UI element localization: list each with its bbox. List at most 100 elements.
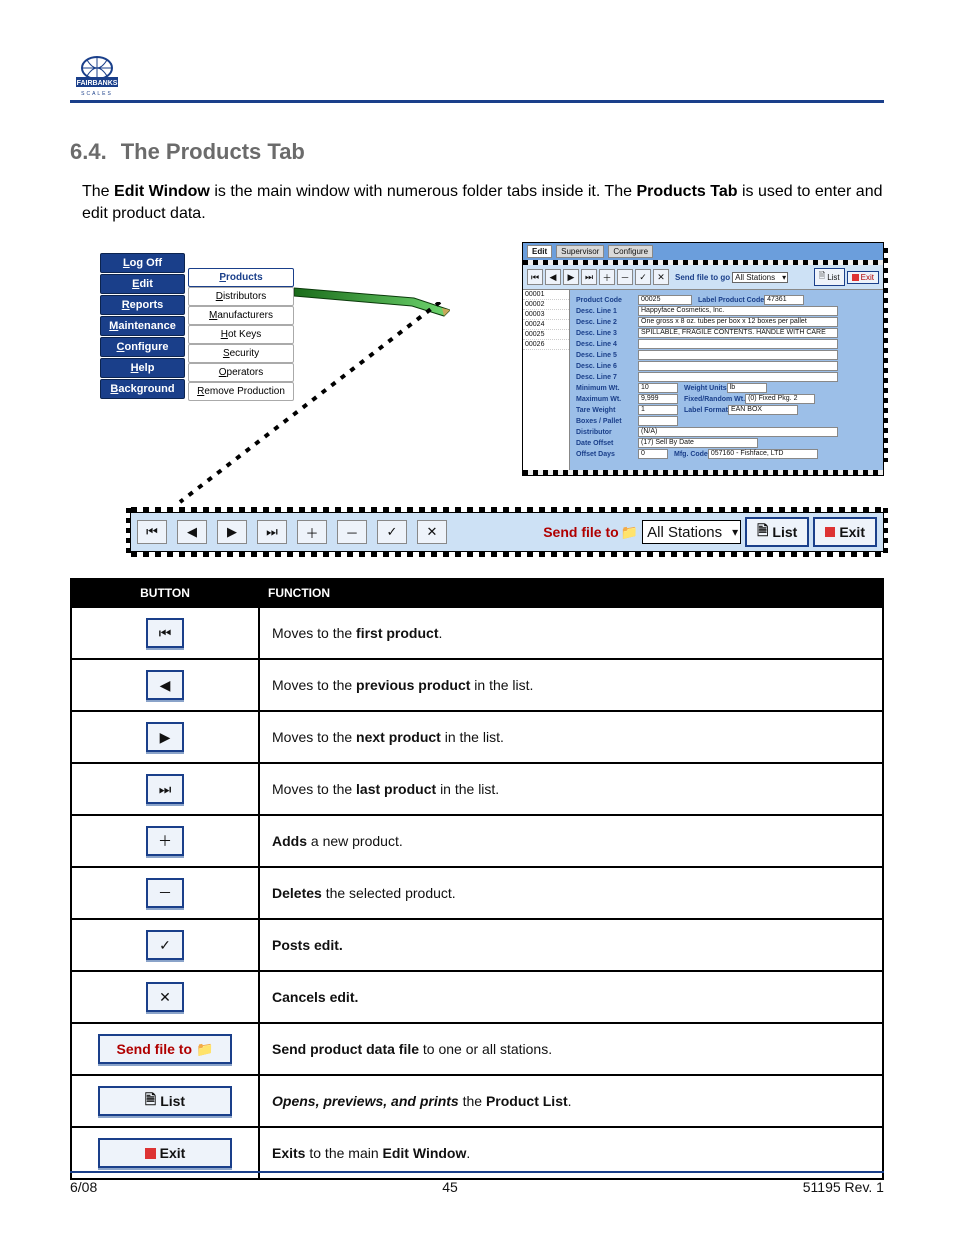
table-function-cell: Cancels edit. <box>259 971 883 1023</box>
form-field-value[interactable] <box>638 416 678 426</box>
form-field-value[interactable]: (17) Sell By Date <box>638 438 758 448</box>
dotted-trail <box>170 302 450 522</box>
form-field-value[interactable]: SPILLABLE, FRAGILE CONTENTS. HANDLE WITH… <box>638 328 838 338</box>
mini-nav-button[interactable]: ✓ <box>635 269 651 285</box>
product-window-toolbar: ⏮◀▶⏭＋－✓✕ Send file to go All Stations 🗎 … <box>523 265 883 290</box>
form-field-value[interactable]: lb <box>727 383 767 393</box>
table-demo-button[interactable]: ✕ <box>146 982 184 1012</box>
table-function-cell: Moves to the first product. <box>259 607 883 659</box>
table-demo-button[interactable]: ＋ <box>146 826 184 856</box>
mini-nav-button[interactable]: ✕ <box>653 269 669 285</box>
dashed-edge <box>523 470 883 475</box>
main-menu-item[interactable]: Edit <box>100 274 185 294</box>
toolbar-nav-button[interactable]: ✓ <box>377 520 407 544</box>
form-field-value[interactable]: 1 <box>638 405 678 415</box>
form-field-label: Minimum Wt. <box>576 385 638 392</box>
mini-nav-button[interactable]: ⏭ <box>581 269 597 285</box>
sub-menu-item[interactable]: Products <box>188 268 294 287</box>
toolbar-nav-button[interactable]: ◀ <box>177 520 207 544</box>
mini-station-combo[interactable]: All Stations <box>732 272 788 283</box>
form-field-value[interactable]: 0 <box>638 449 668 459</box>
table-button-cell: － <box>71 867 259 919</box>
svg-text:SCALES: SCALES <box>81 91 113 97</box>
table-button-cell: ⏮ <box>71 607 259 659</box>
table-row: 🗎ListOpens, previews, and prints the Pro… <box>71 1075 883 1127</box>
product-window-tabs: Edit Supervisor Configure <box>523 243 883 260</box>
toolbar-nav-button[interactable]: － <box>337 520 367 544</box>
exit-icon <box>825 527 835 537</box>
toolbar-nav-button[interactable]: ▶ <box>217 520 247 544</box>
product-code-item[interactable]: 00002 <box>523 300 569 310</box>
form-field-value[interactable]: Happyface Cosmetics, Inc. <box>638 306 838 316</box>
toolbar-enlarged: ⏮ ◀ ▶ ⏭ ＋ － ✓ ✕ Send file to 📁 All Stations 🗎Li… <box>130 512 884 552</box>
mini-list-button[interactable]: 🗎 List <box>814 268 845 286</box>
table-demo-button[interactable]: － <box>146 878 184 908</box>
big-send-label[interactable]: Send file to 📁 <box>543 524 638 541</box>
toolbar-nav-button[interactable]: ＋ <box>297 520 327 544</box>
product-tab[interactable]: Edit <box>527 245 552 258</box>
table-demo-button[interactable]: ◀ <box>146 670 184 700</box>
table-demo-button[interactable]: ⏮ <box>146 618 184 648</box>
mini-nav-button[interactable]: ＋ <box>599 269 615 285</box>
product-code-item[interactable]: 00003 <box>523 310 569 320</box>
table-demo-button[interactable]: ⏭ <box>146 774 184 804</box>
form-field-value[interactable]: 47361 <box>764 295 804 305</box>
table-demo-button[interactable]: Send file to 📁 <box>98 1034 232 1064</box>
form-field-value[interactable] <box>638 339 838 349</box>
table-function-cell: Adds a new product. <box>259 815 883 867</box>
table-demo-button[interactable]: ▶ <box>146 722 184 752</box>
mini-nav-button[interactable]: － <box>617 269 633 285</box>
table-demo-button[interactable]: ✓ <box>146 930 184 960</box>
product-tab[interactable]: Supervisor <box>556 245 604 258</box>
table-function-cell: Deletes the selected product. <box>259 867 883 919</box>
mini-nav-button[interactable]: ⏮ <box>527 269 543 285</box>
mini-nav-button[interactable]: ◀ <box>545 269 561 285</box>
form-field-value[interactable]: (0) Fixed Pkg. 2 <box>745 394 815 404</box>
form-field-value[interactable]: (N/A) <box>638 427 838 437</box>
table-row: ✕ Cancels edit. <box>71 971 883 1023</box>
dashed-edge <box>883 248 888 462</box>
product-code-item[interactable]: 00026 <box>523 340 569 350</box>
form-field-value[interactable]: 10 <box>638 383 678 393</box>
section-title: The Products Tab <box>121 139 305 165</box>
toolbar-nav-button[interactable]: ⏮ <box>137 520 167 544</box>
table-demo-button[interactable]: Exit <box>98 1138 232 1168</box>
table-demo-button[interactable]: 🗎List <box>98 1086 232 1116</box>
table-button-cell: ▶ <box>71 711 259 763</box>
toolbar-nav-button[interactable]: ✕ <box>417 520 447 544</box>
form-field-value[interactable] <box>638 361 838 371</box>
form-field-label: Product Code <box>576 297 638 304</box>
product-code-list[interactable]: 000010000200003000240002500026 <box>523 290 570 470</box>
main-menu-item[interactable]: Log Off <box>100 253 185 273</box>
printer-icon: 🗎 <box>145 1089 156 1113</box>
form-field-value[interactable] <box>638 350 838 360</box>
table-row: － Deletes the selected product. <box>71 867 883 919</box>
form-field-value[interactable]: 9,999 <box>638 394 678 404</box>
product-code-item[interactable]: 00024 <box>523 320 569 330</box>
form-field-value[interactable]: One gross x 8 oz. tubes per box x 12 box… <box>638 317 838 327</box>
form-field-value[interactable]: 00025 <box>638 295 692 305</box>
table-button-cell: Send file to 📁 <box>71 1023 259 1075</box>
form-field-value[interactable]: 057160 - Fishface, LTD <box>708 449 818 459</box>
form-field-label: Distributor <box>576 429 638 436</box>
mini-nav-button[interactable]: ▶ <box>563 269 579 285</box>
form-field-label: Fixed/Random Wt. <box>684 396 745 403</box>
form-field-label: Desc. Line 3 <box>576 330 638 337</box>
big-station-combo[interactable]: All Stations <box>642 520 741 544</box>
table-button-cell: ✕ <box>71 971 259 1023</box>
product-code-item[interactable]: 00025 <box>523 330 569 340</box>
intro-paragraph: The Edit Window is the main window with … <box>82 181 884 224</box>
mini-exit-button[interactable]: Exit <box>847 271 879 284</box>
form-field-label: Boxes / Pallet <box>576 418 638 425</box>
form-field-value[interactable] <box>638 372 838 382</box>
big-exit-button[interactable]: Exit <box>813 517 877 547</box>
product-tab[interactable]: Configure <box>608 245 653 258</box>
table-button-cell: 🗎List <box>71 1075 259 1127</box>
form-field-label: Desc. Line 4 <box>576 341 638 348</box>
big-list-button[interactable]: 🗎List <box>745 517 809 547</box>
form-field-value[interactable]: EAN BOX <box>728 405 798 415</box>
page-footer: 6/08 45 51195 Rev. 1 <box>70 1171 884 1195</box>
toolbar-nav-button[interactable]: ⏭ <box>257 520 287 544</box>
form-field-label: Tare Weight <box>576 407 638 414</box>
product-code-item[interactable]: 00001 <box>523 290 569 300</box>
